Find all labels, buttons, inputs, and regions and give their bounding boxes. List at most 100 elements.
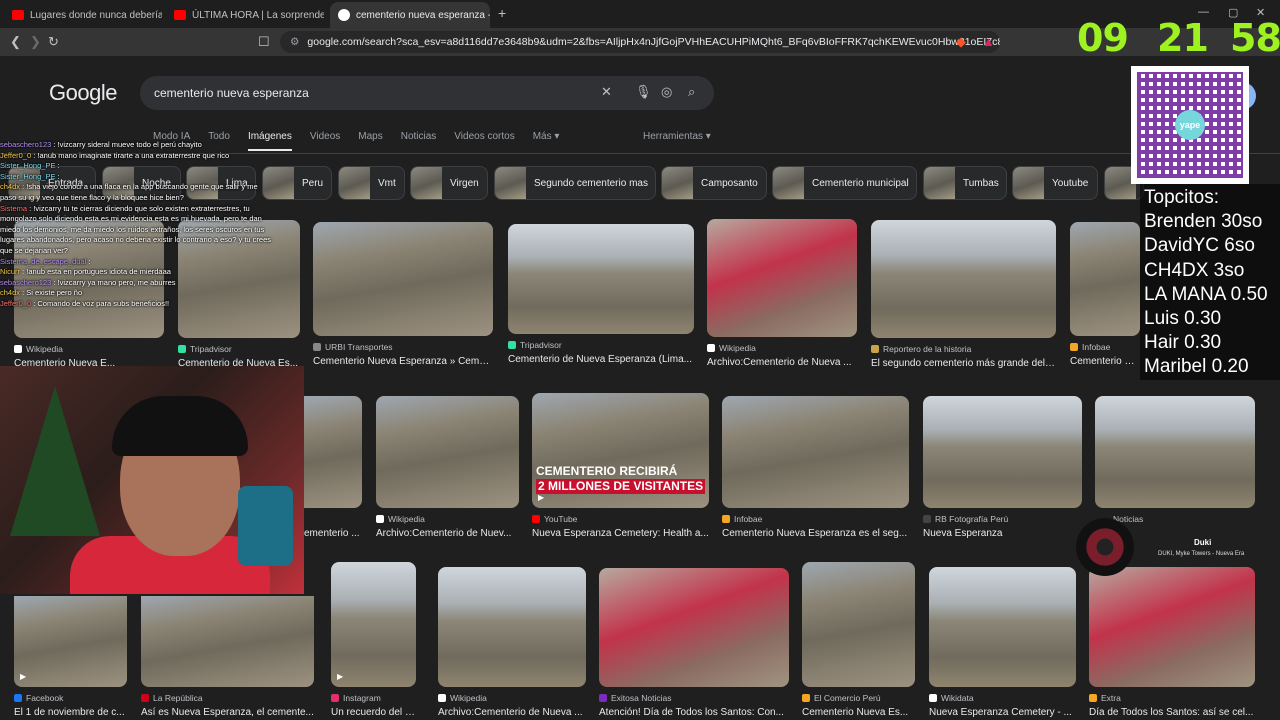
tab-1[interactable]: Lugares donde nunca deberías grab (4, 2, 162, 28)
instagram-icon (331, 694, 339, 702)
image-result[interactable]: CEMENTERIO RECIBIRÁ 2 MILLONES DE VISITA… (532, 393, 709, 539)
chip-cementerio-municipal[interactable]: Cementerio municipal (772, 166, 917, 200)
chip-thumb (773, 167, 804, 199)
tab-2[interactable]: ÚLTIMA HORA | La sorprendente rev (166, 2, 324, 28)
image-result[interactable]: ementerio ... (304, 396, 362, 539)
camera-icon[interactable]: ◎ (661, 84, 672, 100)
address-bar[interactable]: ⚙ google.com/search?sca_esv=a8d116dd7e36… (280, 31, 1000, 53)
image-result[interactable]: URBI Transportes Cementerio Nueva Espera… (313, 222, 493, 367)
image-result[interactable]: RB Fotografía Perú Nueva Esperanza (923, 396, 1082, 539)
result-thumbnail[interactable] (871, 220, 1056, 338)
tab-label: cementerio nueva esperanza - B (356, 9, 490, 21)
result-thumbnail[interactable] (508, 224, 694, 334)
result-thumbnail[interactable] (376, 396, 519, 508)
result-title[interactable]: Así es Nueva Esperanza, el cemente... (141, 707, 314, 718)
image-result[interactable]: Noticias (1095, 396, 1255, 524)
result-thumbnail[interactable] (1089, 567, 1255, 687)
stream-chat: sebaschero123 : !vizcarry sideral mueve … (0, 140, 302, 366)
tab-videos[interactable]: Videos (310, 131, 340, 151)
result-title[interactable]: Cementerio de Nueva Esperanza (Lima... (508, 354, 694, 365)
image-result[interactable]: Extra Día de Todos los Santos: así se ce… (1089, 567, 1255, 718)
result-title[interactable]: Archivo:Cementerio de Nueva ... (707, 357, 857, 368)
image-result[interactable]: Tripadvisor Cementerio de Nueva Esperanz… (508, 224, 694, 365)
chip-segundo-cementerio[interactable]: Segundo cementerio mas (494, 166, 656, 200)
result-thumbnail[interactable] (923, 396, 1082, 508)
result-thumbnail[interactable] (1070, 222, 1140, 336)
search-icon[interactable]: ⌕ (688, 84, 695, 100)
result-thumbnail[interactable] (304, 396, 362, 508)
chat-text: : Si existe pero ño (20, 288, 83, 298)
result-title[interactable]: Cementerio Nue... (1070, 356, 1140, 367)
tab-videos-cortos[interactable]: Videos cortos (454, 131, 514, 151)
chip-virgen[interactable]: Virgen (410, 166, 488, 200)
result-thumbnail[interactable] (599, 568, 789, 687)
image-result[interactable]: Wikipedia Archivo:Cementerio de Nueva ..… (707, 219, 857, 368)
result-title[interactable]: Cementerio Nueva Es... (802, 707, 915, 718)
tab-mas[interactable]: Más ▾ (533, 131, 560, 151)
chat-message: sebaschero123 : !vizcarry ya mano pero, … (0, 278, 302, 289)
result-thumbnail[interactable] (707, 219, 857, 337)
image-result[interactable]: La República Así es Nueva Esperanza, el … (141, 596, 314, 718)
reload-icon[interactable]: ↻ (48, 34, 59, 50)
play-icon: ▶ (538, 493, 545, 502)
site-info-icon[interactable]: ⚙ (290, 36, 299, 48)
tools-button[interactable]: Herramientas ▾ (643, 131, 711, 142)
play-icon: ▶ (337, 672, 344, 681)
rewards-icon[interactable]: ▲ (982, 34, 995, 49)
result-title[interactable]: Un recuerdo del ce... (331, 707, 416, 718)
clear-icon[interactable]: ✕ (601, 84, 612, 100)
image-result[interactable]: Wikipedia Archivo:Cementerio de Nuev... (376, 396, 519, 539)
result-thumbnail[interactable] (1095, 396, 1255, 508)
image-result[interactable]: Infobae Cementerio Nue... (1070, 222, 1140, 367)
result-thumbnail[interactable]: ▶ (14, 596, 127, 687)
search-input[interactable]: cementerio nueva esperanza (140, 76, 714, 110)
result-thumbnail[interactable] (722, 396, 909, 508)
source-label: Infobae (1082, 342, 1111, 352)
result-title[interactable]: Día de Todos los Santos: así se cel... (1089, 707, 1255, 718)
result-thumbnail[interactable] (141, 596, 314, 687)
result-thumbnail[interactable]: ▶ (331, 562, 416, 687)
result-thumbnail[interactable] (438, 567, 586, 687)
chat-username: Sistema_de_escape_dual (0, 256, 87, 266)
google-logo[interactable]: Google (49, 80, 117, 106)
image-result[interactable]: ▶ Instagram Un recuerdo del ce... (331, 562, 416, 718)
image-result[interactable]: Exitosa Noticias Atención! Día de Todos … (599, 568, 789, 718)
result-title[interactable]: Atención! Día de Todos los Santos: Con..… (599, 707, 789, 718)
forward-icon[interactable]: ❯ (30, 34, 41, 50)
result-title[interactable]: ementerio ... (304, 528, 362, 539)
result-title[interactable]: Nueva Esperanza Cemetery - ... (929, 707, 1076, 718)
result-thumbnail[interactable]: CEMENTERIO RECIBIRÁ 2 MILLONES DE VISITA… (532, 393, 709, 508)
result-title[interactable]: Cementerio Nueva Esperanza » Ceme... (313, 356, 493, 367)
result-title[interactable]: El 1 de noviembre de c... (14, 707, 127, 718)
new-tab-button[interactable]: + (498, 5, 506, 21)
chip-youtube[interactable]: Youtube (1012, 166, 1098, 200)
top-list-title: Topcitos: (1144, 187, 1219, 208)
result-title[interactable]: Archivo:Cementerio de Nuev... (376, 528, 519, 539)
result-thumbnail[interactable] (929, 567, 1076, 687)
image-result[interactable]: Wikidata Nueva Esperanza Cemetery - ... (929, 567, 1076, 718)
result-thumbnail[interactable] (802, 562, 915, 687)
microphone-icon[interactable]: 🎙 (635, 84, 652, 100)
chip-vmt[interactable]: Vmt (338, 166, 405, 200)
chip-tumbas[interactable]: Tumbas (923, 166, 1007, 200)
image-result[interactable]: Reportero de la historia El segundo ceme… (871, 220, 1056, 369)
result-thumbnail[interactable] (313, 222, 493, 336)
result-title[interactable]: Nueva Esperanza (923, 528, 1082, 539)
image-result[interactable]: ▶ Facebook El 1 de noviembre de c... (14, 596, 127, 718)
result-title[interactable]: Archivo:Cementerio de Nueva ... (438, 707, 586, 718)
chip-camposanto[interactable]: Camposanto (661, 166, 767, 200)
tab-maps[interactable]: Maps (358, 131, 382, 151)
result-title[interactable]: El segundo cementerio más grande del ... (871, 358, 1056, 369)
chat-message: Sister_Hong_PE : (0, 172, 302, 183)
bookmark-icon[interactable]: ☐ (258, 34, 270, 50)
brave-shield-icon[interactable]: ◆ (956, 34, 966, 50)
result-title[interactable]: Nueva Esperanza Cemetery: Health a... (532, 528, 709, 539)
image-result[interactable]: Infobae Cementerio Nueva Esperanza es el… (722, 396, 909, 539)
image-result[interactable]: Wikipedia Archivo:Cementerio de Nueva ..… (438, 567, 586, 718)
result-title[interactable]: Cementerio Nueva Esperanza es el seg... (722, 528, 909, 539)
tab-noticias[interactable]: Noticias (401, 131, 437, 151)
back-icon[interactable]: ❮ (10, 34, 21, 50)
chip-label: Camposanto (701, 177, 758, 189)
image-result[interactable]: El Comercio Perú Cementerio Nueva Es... (802, 562, 915, 718)
tab-3-active[interactable]: cementerio nueva esperanza - B ✕ (330, 2, 490, 28)
